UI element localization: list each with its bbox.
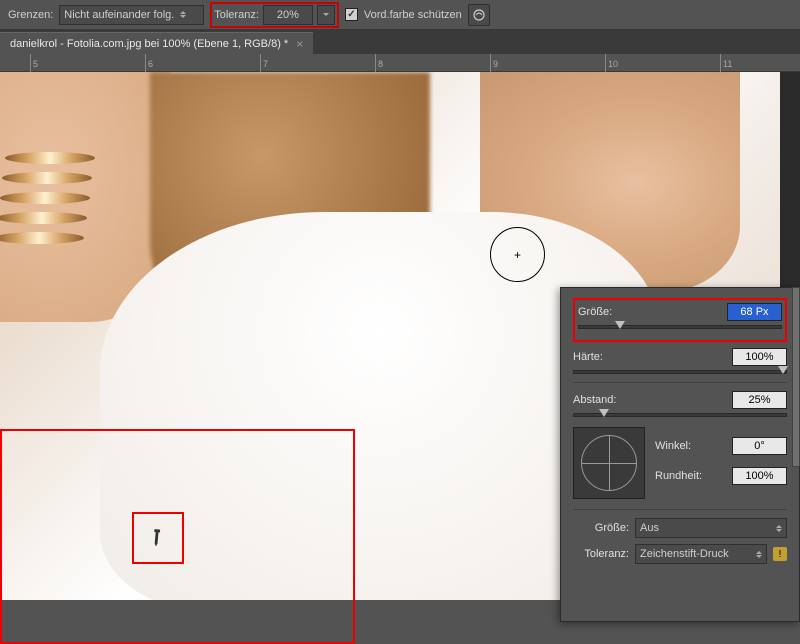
slider-thumb-icon — [599, 409, 609, 417]
spacing-slider[interactable] — [573, 413, 787, 417]
spacing-label: Abstand: — [573, 394, 726, 406]
divider — [573, 509, 787, 510]
photo-region — [2, 172, 92, 184]
ruler-tick: 7 — [260, 54, 268, 72]
grenzen-value: Nicht aufeinander folg. — [64, 9, 174, 21]
canvas[interactable]: Größe: 68 Px Härte: 100% Abstand: 25% Wi… — [0, 72, 800, 600]
toleranz-dropdown-button[interactable] — [317, 5, 335, 25]
toleranz-label: Toleranz: — [214, 9, 259, 21]
checkmark-icon: ✓ — [347, 9, 355, 20]
pressure-toggle-button[interactable] — [468, 4, 490, 26]
photo-region — [5, 152, 95, 164]
protect-fg-label: Vord.farbe schützen — [364, 9, 462, 21]
brush-settings-popup: Größe: 68 Px Härte: 100% Abstand: 25% Wi… — [560, 287, 800, 622]
tolerance-dynamics-dropdown[interactable]: Zeichenstift-Druck — [635, 544, 767, 564]
ruler-tick: 11 — [720, 54, 732, 72]
ruler-tick: 9 — [490, 54, 498, 72]
dropdown-arrows-icon — [180, 11, 186, 18]
dropdown-arrows-icon — [756, 551, 762, 558]
grenzen-label: Grenzen: — [8, 9, 53, 21]
angle-circle-icon — [581, 435, 637, 491]
ruler-tick: 5 — [30, 54, 38, 72]
options-bar: Grenzen: Nicht aufeinander folg. Toleran… — [0, 0, 800, 30]
toleranz-highlight: Toleranz: 20% — [210, 2, 339, 28]
slider-thumb-icon — [778, 366, 788, 374]
size-label: Größe: — [578, 306, 721, 318]
slider-thumb-icon — [615, 321, 625, 329]
eyedropper-icon — [143, 523, 174, 554]
angle-control[interactable] — [573, 427, 645, 499]
panel-scrollbar[interactable] — [792, 287, 800, 467]
spacing-field[interactable]: 25% — [732, 391, 787, 409]
divider — [573, 382, 787, 383]
close-icon[interactable]: × — [296, 37, 303, 51]
chevron-down-icon — [323, 13, 329, 16]
ruler-tick: 6 — [145, 54, 153, 72]
size-field[interactable]: 68 Px — [727, 303, 782, 321]
brush-cursor-icon — [490, 227, 545, 282]
photo-region — [0, 212, 87, 224]
toleranz-field[interactable]: 20% — [263, 5, 313, 25]
pen-pressure-icon — [472, 8, 486, 22]
document-title: danielkrol - Fotolia.com.jpg bei 100% (E… — [10, 38, 288, 50]
document-tab-bar: danielkrol - Fotolia.com.jpg bei 100% (E… — [0, 30, 800, 54]
warning-icon: ! — [773, 547, 787, 561]
dropdown-arrows-icon — [776, 525, 782, 532]
roundness-label: Rundheit: — [655, 470, 726, 482]
angle-label: Winkel: — [655, 440, 726, 452]
annotation-box-small — [132, 512, 184, 564]
hardness-field[interactable]: 100% — [732, 348, 787, 366]
ruler-tick: 8 — [375, 54, 383, 72]
hardness-label: Härte: — [573, 351, 726, 363]
tolerance-dynamics-label: Toleranz: — [573, 548, 629, 560]
photo-region — [0, 192, 90, 204]
size-slider[interactable] — [578, 325, 782, 329]
roundness-field[interactable]: 100% — [732, 467, 787, 485]
document-tab[interactable]: danielkrol - Fotolia.com.jpg bei 100% (E… — [0, 32, 313, 54]
ruler-tick: 10 — [605, 54, 618, 72]
size-highlight: Größe: 68 Px — [573, 298, 787, 342]
size-dynamics-label: Größe: — [573, 522, 629, 534]
angle-field[interactable]: 0° — [732, 437, 787, 455]
grenzen-dropdown[interactable]: Nicht aufeinander folg. — [59, 5, 204, 25]
horizontal-ruler: 5 6 7 8 9 10 11 — [0, 54, 800, 72]
hardness-slider[interactable] — [573, 370, 787, 374]
size-dynamics-dropdown[interactable]: Aus — [635, 518, 787, 538]
protect-fg-checkbox[interactable]: ✓ — [345, 8, 358, 21]
